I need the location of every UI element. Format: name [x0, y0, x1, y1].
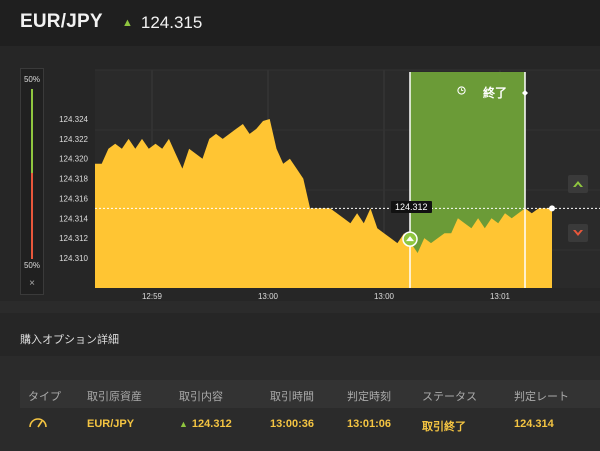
- header-rate: 判定レート: [514, 391, 569, 403]
- row-judge-time: 13:01:06: [347, 418, 392, 430]
- high-bar: [31, 89, 33, 173]
- table-header: タイプ 取引原資産 取引内容 取引時間 判定時刻 ステータス 判定レート: [20, 380, 600, 408]
- row-trade-time: 13:00:36: [270, 418, 315, 430]
- chevron-down-icon: [573, 230, 583, 236]
- y-tick-label: 124.314: [59, 214, 88, 223]
- low-button[interactable]: [568, 224, 588, 242]
- row-rate: 124.314: [514, 418, 554, 430]
- current-price-dot: [549, 205, 555, 212]
- y-tick-label: 124.312: [59, 234, 88, 243]
- row-content-value: 124.312: [191, 418, 232, 430]
- up-arrow-icon: ▲: [179, 419, 188, 429]
- row-status: 取引終了: [422, 421, 466, 433]
- row-asset: EUR/JPY: [87, 418, 135, 430]
- table-row[interactable]: EUR/JPY ▲ 124.312 13:00:36 13:01:06 取引終了 …: [20, 408, 600, 438]
- row-content: ▲ 124.312: [179, 418, 232, 430]
- y-tick-label: 124.320: [59, 155, 88, 164]
- close-icon[interactable]: ×: [21, 278, 43, 289]
- header-type: タイプ: [28, 391, 61, 403]
- y-tick-label: 124.310: [59, 254, 88, 263]
- high-button[interactable]: [568, 175, 588, 193]
- options-table: タイプ 取引原資産 取引内容 取引時間 判定時刻 ステータス 判定レート EUR…: [20, 380, 600, 438]
- header-content: 取引内容: [179, 391, 223, 403]
- sentiment-meter: 50% 50% ×: [20, 68, 44, 295]
- header-asset: 取引原資産: [87, 391, 142, 403]
- y-tick-label: 124.318: [59, 175, 88, 184]
- clock-icon: [457, 86, 466, 95]
- bottom-percent: 50%: [23, 261, 40, 270]
- x-tick-label: 13:00: [374, 292, 395, 301]
- x-tick-label: 12:59: [142, 292, 163, 301]
- y-tick-label: 124.322: [59, 135, 88, 144]
- gauge-icon: [28, 415, 48, 432]
- low-bar: [31, 173, 33, 259]
- y-tick-label: 124.324: [59, 115, 88, 124]
- header-trade-time: 取引時間: [270, 391, 314, 403]
- y-tick-label: 124.316: [59, 194, 88, 203]
- section-title: 購入オプション詳細: [20, 334, 119, 346]
- top-percent: 50%: [23, 75, 40, 84]
- header-judge-time: 判定時刻: [347, 391, 391, 403]
- price-chart: 124.324 124.322 124.320 124.318 124.316 124.3…: [59, 69, 600, 301]
- x-tick-label: 13:00: [258, 292, 279, 301]
- header-status: ステータス: [422, 391, 477, 403]
- entry-marker: [402, 231, 418, 247]
- purchase-details-header: 購入オプション詳細: [0, 313, 600, 356]
- entry-price-tag: 124.312: [391, 201, 432, 213]
- end-label: 終了: [483, 86, 508, 100]
- x-tick-label: 13:01: [490, 292, 511, 301]
- chevron-up-icon: [573, 181, 583, 187]
